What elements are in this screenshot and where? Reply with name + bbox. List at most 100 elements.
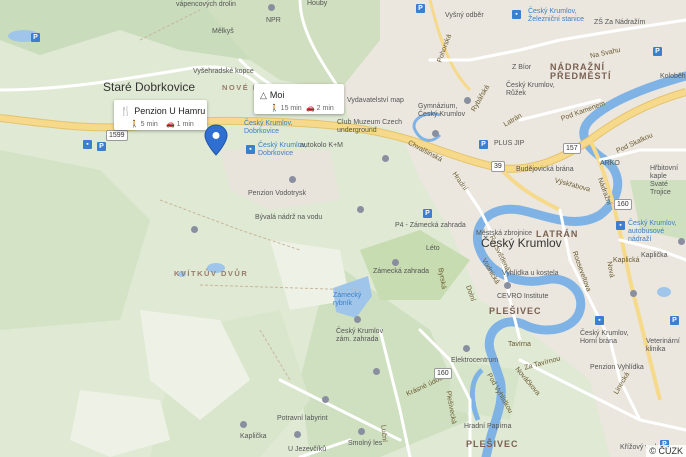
walk-time: 🚶 15 min bbox=[270, 104, 302, 112]
district-label-latran: LATRÁN bbox=[536, 229, 579, 239]
parking-icon[interactable]: P bbox=[479, 140, 488, 149]
walk-time: 🚶 5 min bbox=[130, 120, 158, 128]
poi-label-penzion-vyhlidka: Penzion Vyhlídka bbox=[590, 364, 644, 371]
poi-label-vapencovych-drolin: vápencových drolin bbox=[176, 1, 236, 8]
train-station-icon[interactable]: ▪ bbox=[512, 10, 521, 19]
drive-time-value: 1 min bbox=[176, 121, 194, 128]
poi-dot[interactable] bbox=[678, 238, 685, 245]
poi-label-kaplicka: Kaplička bbox=[240, 433, 267, 440]
poi-dot[interactable] bbox=[464, 97, 471, 104]
location-pin-icon[interactable] bbox=[203, 124, 229, 156]
poi-label-za-nadrazim: ZŠ Za Nádražím bbox=[594, 19, 646, 26]
parking-icon[interactable]: P bbox=[670, 316, 679, 325]
poi-label-cevro: CEVRO Institute bbox=[497, 293, 549, 300]
poi-label-byvala-nadrz: Bývalá nádrž na vodu bbox=[255, 214, 323, 221]
poi-dot[interactable] bbox=[357, 206, 364, 213]
parking-icon[interactable]: P bbox=[653, 47, 662, 56]
district-label-plesivec-2: PLEŠIVEC bbox=[466, 439, 519, 449]
car-icon: 🚗 bbox=[166, 121, 175, 128]
map-canvas[interactable]: Staré Dobrkovice Český Krumlov NOVÉ DVOR… bbox=[0, 0, 686, 457]
bus-stop-icon[interactable]: ▪ bbox=[595, 316, 604, 325]
poi-label-smolny-les: Smolný les bbox=[348, 440, 383, 447]
parking-icon[interactable]: P bbox=[416, 4, 425, 13]
poi-label-ck-zam-zahrada: Český Krumlov zám. zahrada bbox=[336, 328, 384, 343]
poi-label-vseho-druhu: Vyšný odběr bbox=[445, 12, 484, 19]
poi-label-kaplicka-2: Kaplička bbox=[641, 252, 668, 259]
poi-dot[interactable] bbox=[382, 155, 389, 162]
walk-icon: 🚶 bbox=[270, 105, 279, 112]
poi-label-zamecky-rybnik: Zámecký rybník bbox=[333, 292, 362, 307]
poi-dot[interactable] bbox=[630, 290, 637, 297]
poi-dot[interactable] bbox=[504, 282, 511, 289]
road-shield-1599: 1599 bbox=[106, 130, 128, 141]
road-shield-160: 160 bbox=[614, 199, 632, 210]
poi-label-kolobeh: Koloběh bbox=[660, 73, 686, 80]
poi-dot[interactable] bbox=[289, 176, 296, 183]
poi-label-budejovicka-brana: Budějovická brána bbox=[516, 166, 574, 173]
poi-label-melkys: Mělkyš bbox=[212, 28, 234, 35]
poi-label-gymnazium: Gymnázium, Český Krumlov bbox=[418, 103, 466, 118]
restaurant-icon: 🍴 bbox=[120, 106, 132, 116]
drive-time: 🚗 2 min bbox=[306, 104, 334, 112]
poi-label-hradni-papirna: Hradní Papírna bbox=[464, 423, 512, 430]
poi-label-hrbitovni-kaple: Hřbitovní kaple Svaté Trojice bbox=[650, 165, 679, 196]
parking-icon[interactable]: P bbox=[423, 209, 432, 218]
poi-dot[interactable] bbox=[463, 345, 470, 352]
poi-label-potravni-labyrint: Potravní labyrint bbox=[277, 415, 328, 422]
car-icon: 🚗 bbox=[306, 105, 315, 112]
street-label-tavirna: Tavírna bbox=[508, 341, 531, 348]
place-card-title: Moi bbox=[269, 90, 285, 100]
poi-label-leto: Léto bbox=[426, 245, 440, 252]
poi-dot[interactable] bbox=[294, 431, 301, 438]
district-label-kvitkuv-dvur: KVÍTKŮV DVŮR bbox=[174, 269, 249, 278]
poi-label-mestska-zbrojnice: Městská zbrojnice bbox=[476, 230, 533, 237]
bus-stop-icon[interactable]: ▪ bbox=[83, 140, 92, 149]
drive-time: 🚗 1 min bbox=[166, 120, 194, 128]
poi-dot[interactable] bbox=[322, 396, 329, 403]
parking-icon[interactable]: P bbox=[97, 142, 106, 151]
bus-stop-icon[interactable]: ▪ bbox=[246, 145, 255, 154]
walk-time-value: 5 min bbox=[140, 121, 158, 128]
poi-label-ck-ruzek: Český Krumlov, Růžek bbox=[506, 82, 555, 97]
poi-label-houby: Houby bbox=[307, 0, 328, 7]
poi-label-club-muzeum: Club Muzeum Czech underground bbox=[337, 119, 402, 134]
road-shield-39: 39 bbox=[491, 161, 505, 172]
poi-label-ck-horni-brana: Český Krumlov, Horní brána bbox=[580, 330, 629, 345]
place-card-title: Penzion U Hamru bbox=[134, 106, 206, 116]
poi-label-elektrocentrum: Elektrocentrum bbox=[451, 357, 499, 364]
street-label-kaplicka: Kaplická bbox=[613, 257, 640, 264]
poi-label-veterinarni: Veterinární klinika bbox=[646, 338, 680, 353]
place-card-moi[interactable]: △ Moi 🚶 15 min 🚗 2 min bbox=[254, 84, 344, 114]
poi-dot[interactable] bbox=[373, 368, 380, 375]
poi-label-arko: ARKO bbox=[600, 160, 620, 167]
district-label-nadrazni-predmesti: NÁDRAŽNÍ PŘEDMĚSTÍ bbox=[550, 62, 612, 81]
poi-label-ck-dobrkovice-1: Český Krumlov, Dobrkovice bbox=[244, 120, 293, 135]
poi-label-vysehradsky-kopec: Vyšehradské kopce bbox=[193, 68, 254, 75]
drive-time-value: 2 min bbox=[316, 105, 334, 112]
poi-dot[interactable] bbox=[268, 4, 275, 11]
place-label-stare-dobrkovice: Staré Dobrkovice bbox=[103, 80, 196, 94]
walk-icon: 🚶 bbox=[130, 121, 139, 128]
bus-station-icon[interactable]: ▪ bbox=[616, 221, 625, 230]
district-label-plesivec: PLEŠIVEC bbox=[489, 306, 542, 316]
poi-label-p4-zamecka: P4 - Zámecká zahrada bbox=[395, 222, 466, 229]
poi-label-vyhlidka-u-kostela: Vyhlídka u kostela bbox=[502, 270, 559, 277]
hiking-icon: △ bbox=[260, 90, 267, 100]
place-card-penzion-u-hamru[interactable]: 🍴 Penzion U Hamru 🚶 5 min 🚗 1 min bbox=[114, 100, 207, 130]
poi-dot[interactable] bbox=[358, 428, 365, 435]
poi-label-u-jezevciku: U Jezevčíků bbox=[288, 446, 327, 453]
poi-label-zamecka-zahrada: Zámecká zahrada bbox=[373, 268, 430, 275]
poi-dot[interactable] bbox=[354, 316, 361, 323]
parking-icon[interactable]: P bbox=[31, 33, 40, 42]
poi-dot[interactable] bbox=[392, 259, 399, 266]
poi-label-vydavatelstvi-map: Vydavatelství map bbox=[347, 97, 404, 104]
road-shield-160-2: 160 bbox=[434, 368, 452, 379]
poi-dot[interactable] bbox=[240, 421, 247, 428]
poi-dot[interactable] bbox=[191, 226, 198, 233]
walk-time-value: 15 min bbox=[280, 105, 302, 112]
poi-label-penzion-vodotrysk: Penzion Vodotrysk bbox=[248, 190, 306, 197]
poi-label-plus-jip: PLUS JIP bbox=[494, 140, 525, 147]
poi-label-ck-zeleznicni: Český Krumlov, Železniční stanice bbox=[528, 8, 585, 23]
poi-dot[interactable] bbox=[432, 130, 439, 137]
poi-label-autokolo: autokolo K+M bbox=[300, 142, 343, 149]
